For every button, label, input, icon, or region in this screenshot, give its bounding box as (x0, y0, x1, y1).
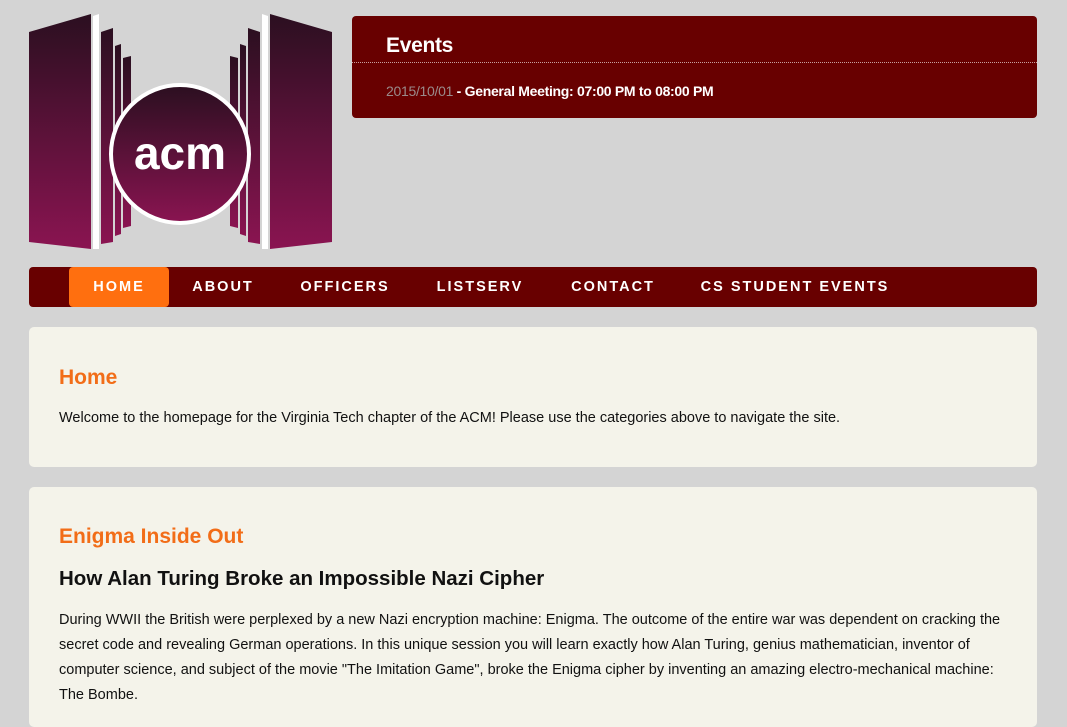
nav-item-listserv[interactable]: LISTSERV (425, 267, 535, 307)
enigma-title: Enigma Inside Out (59, 525, 244, 548)
enigma-panel: Enigma Inside Out How Alan Turing Broke … (29, 487, 1037, 727)
events-divider (352, 62, 1037, 63)
event-text[interactable]: - General Meeting: 07:00 PM to 08:00 PM (453, 83, 714, 99)
event-date: 2015/10/01 (386, 83, 454, 99)
nav-item-officers[interactable]: OFFICERS (287, 267, 403, 307)
home-welcome-text: Welcome to the homepage for the Virginia… (59, 410, 841, 426)
main-nav: HOME ABOUT OFFICERS LISTSERV CONTACT CS … (29, 267, 1037, 307)
enigma-subtitle: How Alan Turing Broke an Impossible Nazi… (59, 567, 545, 590)
home-panel: Home Welcome to the homepage for the Vir… (29, 327, 1037, 467)
nav-item-about[interactable]: ABOUT (179, 267, 267, 307)
logo-text: acm (134, 127, 226, 179)
enigma-body: During WWII the British were perplexed b… (59, 612, 1001, 703)
event-item[interactable]: 2015/10/01 - General Meeting: 07:00 PM t… (386, 83, 714, 99)
home-title: Home (59, 366, 118, 389)
acm-logo[interactable]: acm (29, 14, 332, 249)
nav-item-cs-student-events[interactable]: CS STUDENT EVENTS (695, 267, 895, 307)
events-panel: Events 2015/10/01 - General Meeting: 07:… (352, 16, 1037, 118)
nav-item-contact[interactable]: CONTACT (559, 267, 667, 307)
nav-item-home[interactable]: HOME (69, 267, 169, 307)
events-title: Events (386, 34, 454, 57)
